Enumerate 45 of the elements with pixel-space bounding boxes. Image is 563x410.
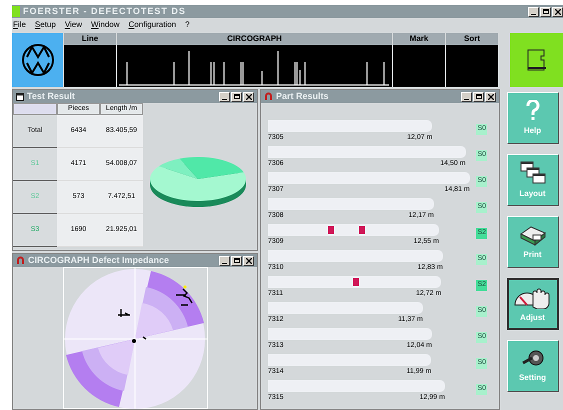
column-header: CIRCOGRAPH [117, 33, 392, 45]
printer-icon [518, 224, 546, 246]
panel-title: Part Results [276, 92, 329, 101]
panel-title: Test Result [27, 92, 75, 101]
display-panel [64, 45, 116, 87]
minimize-icon[interactable] [219, 92, 230, 102]
display-panel [446, 45, 498, 87]
magnet-icon [16, 256, 25, 265]
minimize-icon[interactable] [461, 92, 472, 102]
window-icon [16, 92, 24, 100]
maximize-icon[interactable] [540, 6, 551, 16]
defect-point-cluster [116, 308, 130, 318]
panel-title: CIRCOGRAPH Defect Impedance [28, 256, 170, 265]
defect-marker [358, 226, 365, 234]
column-header: Line [64, 33, 116, 45]
minimize-icon[interactable] [219, 256, 230, 266]
question-mark-icon [524, 100, 540, 122]
column-header: Sort [446, 33, 498, 45]
magnet-icon [264, 92, 273, 101]
menu-item[interactable]: Setup [34, 21, 56, 29]
menu-item[interactable]: Configuration [128, 21, 176, 29]
minimize-icon[interactable] [528, 6, 539, 16]
maximize-icon[interactable] [473, 92, 484, 102]
close-icon[interactable] [552, 6, 563, 16]
windows-icon [520, 160, 546, 184]
defect-marker [352, 278, 359, 286]
brand-logo [510, 33, 563, 87]
window-title: FOERSTER - DEFECTOTEST DS [23, 7, 186, 16]
corner-header [13, 103, 57, 115]
close-icon[interactable] [485, 92, 496, 102]
logo [12, 33, 63, 87]
maximize-icon[interactable] [231, 92, 242, 102]
app-icon [12, 6, 20, 17]
menu-item[interactable]: File [13, 21, 26, 29]
display-panel [393, 45, 445, 87]
close-icon[interactable] [243, 92, 254, 102]
menu-item[interactable]: Window [91, 21, 120, 29]
menu-item[interactable]: View [64, 21, 82, 29]
close-icon[interactable] [243, 256, 254, 266]
defect-point-cluster [174, 286, 192, 306]
menu-item[interactable]: ? [185, 21, 190, 29]
defect-marker [328, 226, 334, 234]
defect-point-cluster [132, 336, 146, 343]
column-header: Mark [393, 33, 445, 45]
maximize-icon[interactable] [231, 256, 242, 266]
